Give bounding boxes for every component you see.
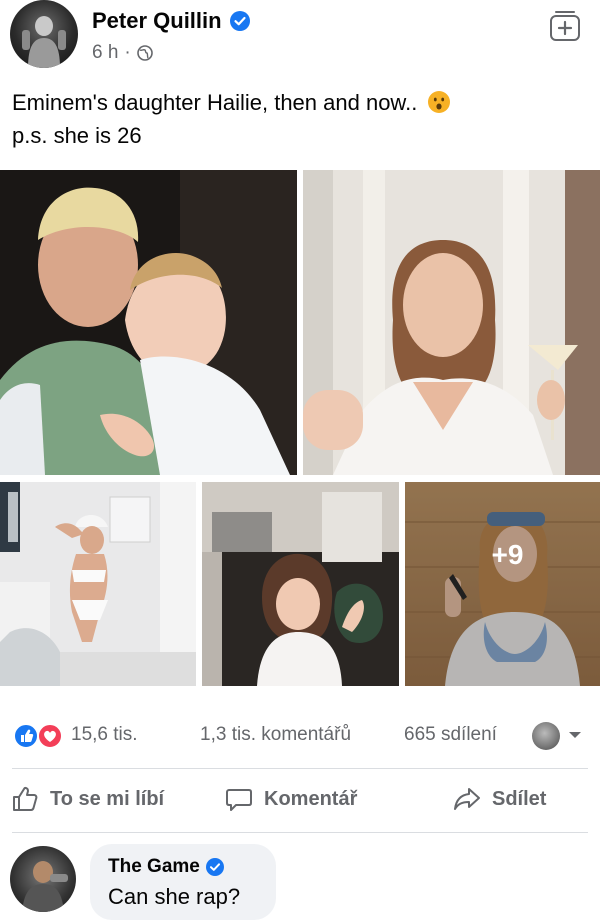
verified-badge-icon: [205, 858, 224, 876]
more-photos-count: +9: [491, 539, 524, 570]
divider: [12, 832, 588, 833]
post-text-line1: Eminem's daughter Hailie, then and now..: [12, 90, 418, 115]
share-label: Sdílet: [492, 787, 547, 810]
globe-icon: [136, 45, 153, 61]
comment-button[interactable]: Komentář: [224, 784, 357, 814]
author-avatar[interactable]: [10, 0, 78, 68]
commenter-avatar[interactable]: [10, 846, 76, 912]
add-to-collection-icon[interactable]: [548, 8, 582, 42]
comment-bubble[interactable]: The Game Can she rap?: [90, 844, 276, 920]
comment-item: The Game Can she rap?: [0, 842, 600, 920]
more-photos-overlay[interactable]: +9: [405, 482, 600, 686]
divider: [12, 768, 588, 769]
post-text-line2: p.s. she is 26: [12, 123, 142, 148]
share-arrow-icon: [454, 788, 480, 810]
verified-badge-icon: [229, 11, 250, 31]
author-name[interactable]: Peter Quillin: [92, 8, 222, 34]
photo-grid: +9: [0, 170, 600, 686]
hushed-face-emoji-icon: [428, 91, 451, 113]
photo-5-more[interactable]: +9: [405, 482, 600, 686]
post-stats: 15,6 tis. 1,3 tis. komentářů 665 sdílení: [0, 718, 600, 754]
comments-count[interactable]: 1,3 tis. komentářů: [200, 724, 351, 746]
thumbs-up-icon: [13, 786, 38, 811]
comment-text: Can she rap?: [108, 884, 241, 909]
photo-2[interactable]: [303, 170, 600, 475]
photo-4[interactable]: [202, 482, 399, 686]
post-header: Peter Quillin 6 h ·: [0, 0, 600, 80]
reactions-icon[interactable]: [10, 722, 66, 750]
share-button[interactable]: Sdílet: [452, 784, 546, 814]
shares-count[interactable]: 665 sdílení: [404, 724, 497, 746]
meta-separator: ·: [124, 42, 131, 63]
post-actions: To se mi líbí Komentář Sdílet: [0, 770, 600, 832]
commenter-name[interactable]: The Game: [108, 856, 200, 878]
photo-1[interactable]: [0, 170, 297, 475]
photo-3[interactable]: [0, 482, 196, 686]
comment-bubble-icon: [226, 789, 252, 811]
chevron-down-icon[interactable]: [568, 730, 582, 740]
comment-label: Komentář: [264, 787, 358, 810]
like-button[interactable]: To se mi líbí: [10, 784, 164, 814]
like-label: To se mi líbí: [50, 787, 165, 810]
post-time[interactable]: 6 h: [92, 42, 118, 64]
post-text: Eminem's daughter Hailie, then and now..…: [12, 86, 588, 152]
viewer-avatar[interactable]: [532, 722, 560, 750]
reactions-count[interactable]: 15,6 tis.: [71, 724, 138, 746]
